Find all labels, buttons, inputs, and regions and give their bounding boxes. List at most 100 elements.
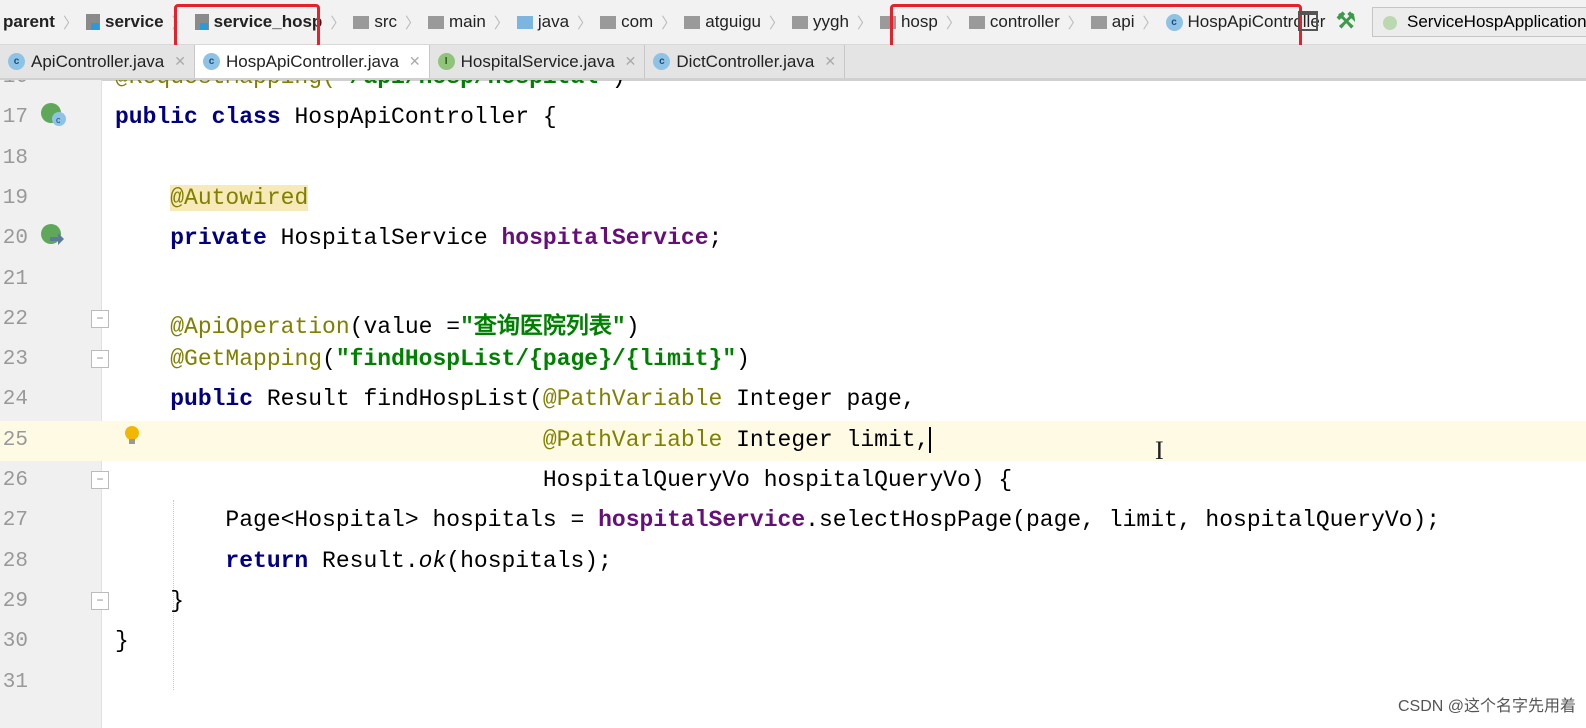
class-icon: c (653, 53, 671, 70)
line-number: 24 (2, 388, 28, 412)
code-token: .selectHospPage(page, limit, hospitalQue… (805, 507, 1441, 534)
line-number: 25 (2, 428, 28, 452)
layout-toggle-icon[interactable] (1298, 11, 1318, 31)
line-number: 17 (2, 106, 28, 130)
folder-icon (353, 15, 370, 29)
code-token: ) (625, 313, 640, 340)
close-tab-icon[interactable]: ✕ (625, 53, 637, 70)
code-token: @Autowired (170, 184, 309, 211)
breadcrumb-label: src (374, 12, 397, 31)
chevron-right-icon: 〉 (330, 14, 346, 32)
breadcrumb-item[interactable]: atguigu (680, 0, 765, 44)
fold-marker-icon[interactable]: − (91, 309, 109, 328)
breadcrumb-label: com (621, 12, 654, 31)
tab-label: ApiController.java (31, 51, 165, 71)
breadcrumb-item[interactable]: src (349, 0, 401, 44)
fold-marker-icon[interactable]: − (91, 471, 109, 489)
code-token: } (115, 628, 129, 655)
code-text: @Autowired (115, 184, 309, 211)
highlight-box-module (174, 4, 320, 48)
code-text: public Result findHospList(@PathVariable… (115, 386, 915, 413)
chevron-right-icon: 〉 (493, 14, 509, 32)
package-icon (792, 15, 809, 29)
tab-label: HospApiController.java (225, 51, 399, 71)
code-editor[interactable]: 16@RequestMapping("/api/hosp/hospital")1… (0, 80, 1586, 728)
close-tab-icon[interactable]: ✕ (824, 53, 836, 70)
tab-dictcontroller[interactable]: c DictController.java ✕ (645, 45, 846, 78)
package-icon (684, 15, 701, 29)
code-token: ok (418, 547, 447, 574)
line-number: 31 (2, 670, 28, 694)
code-token: "/api/hosp/hospital" (336, 80, 612, 90)
code-token: "findHospList/{page}/{limit}" (335, 346, 737, 373)
line-number: 21 (2, 267, 28, 291)
tab-label: DictController.java (676, 51, 815, 71)
line-number: 28 (2, 549, 28, 573)
chevron-right-icon: 〉 (577, 14, 593, 32)
toolbar: ⚒ (1298, 8, 1356, 34)
build-hammer-icon[interactable]: ⚒ (1336, 8, 1356, 34)
code-token: @GetMapping (170, 346, 323, 373)
code-token: @ApiOperation (170, 313, 350, 340)
code-token: @PathVariable (542, 426, 737, 453)
code-token: HospApiController { (294, 104, 557, 131)
code-text: public class HospApiController { (115, 104, 557, 130)
code-line: 28 return Result.ok(hospitals); (0, 542, 1586, 582)
breadcrumb-item[interactable]: main (424, 0, 490, 44)
breadcrumb-label: parent (3, 12, 55, 31)
code-line: 19 @Autowired (0, 179, 1586, 219)
code-line: 29 − } (0, 582, 1586, 622)
code-line: 30} (0, 622, 1586, 662)
tab-apicontroller[interactable]: c ApiController.java ✕ (0, 45, 195, 78)
module-icon (85, 14, 100, 30)
breadcrumb-label: yygh (813, 12, 849, 31)
code-token: Result. (322, 547, 419, 574)
editor-tabs: c ApiController.java ✕ c HospApiController.j… (0, 45, 1586, 81)
code-text: } (115, 588, 184, 614)
breadcrumb-item[interactable]: service (82, 0, 168, 44)
code-text: } (115, 628, 129, 654)
code-text: @ApiOperation(value ="查询医院列表") (115, 306, 640, 340)
breadcrumb-item[interactable]: parent (0, 0, 59, 44)
tab-hospapicontroller[interactable]: c HospApiController.java ✕ (194, 45, 430, 78)
run-configuration-select[interactable]: ServiceHospApplication (1372, 7, 1586, 37)
code-line: 24 public Result findHospList(@PathVaria… (0, 380, 1586, 420)
breadcrumb-label: java (537, 12, 570, 31)
code-token: HospitalService (280, 225, 502, 252)
class-icon: c (8, 53, 25, 70)
chevron-right-icon: 〉 (62, 14, 78, 32)
line-number: 18 (2, 146, 28, 170)
code-line: 16 @RequestMapping("/api/hosp/hospital") (0, 80, 1586, 98)
line-number: 19 (2, 186, 28, 210)
spring-bean-icon[interactable]: c (40, 102, 66, 128)
fold-marker-icon[interactable]: − (91, 591, 109, 610)
code-token: return (225, 547, 323, 574)
line-number: 23 (2, 348, 28, 372)
run-configuration-label: ServiceHospApplication (1407, 12, 1586, 31)
autowired-navigate-icon[interactable] (40, 223, 66, 249)
close-tab-icon[interactable]: ✕ (409, 53, 421, 70)
code-text: @PathVariable Integer limit, (115, 426, 932, 453)
code-token: public class (115, 104, 295, 131)
code-token: @PathVariable (542, 386, 737, 413)
code-line: 31 (0, 663, 1586, 703)
fold-marker-icon[interactable]: − (91, 350, 109, 369)
code-token: public (170, 386, 267, 413)
breadcrumb-item[interactable]: java (513, 0, 573, 44)
breadcrumb-item[interactable]: yygh (788, 0, 853, 44)
close-tab-icon[interactable]: ✕ (174, 53, 186, 70)
code-text: @RequestMapping("/api/hosp/hospital") (115, 80, 626, 90)
breadcrumb-item[interactable]: com (596, 0, 657, 44)
class-icon: c (202, 53, 220, 70)
code-token: ) (736, 346, 750, 373)
code-line: 17 c public class HospApiController { (0, 98, 1586, 138)
line-number: 27 (2, 509, 28, 533)
line-number: 20 (2, 227, 28, 251)
code-text: return Result.ok(hospitals); (115, 548, 612, 574)
tab-hospitalservice[interactable]: I HospitalService.java ✕ (430, 45, 646, 78)
